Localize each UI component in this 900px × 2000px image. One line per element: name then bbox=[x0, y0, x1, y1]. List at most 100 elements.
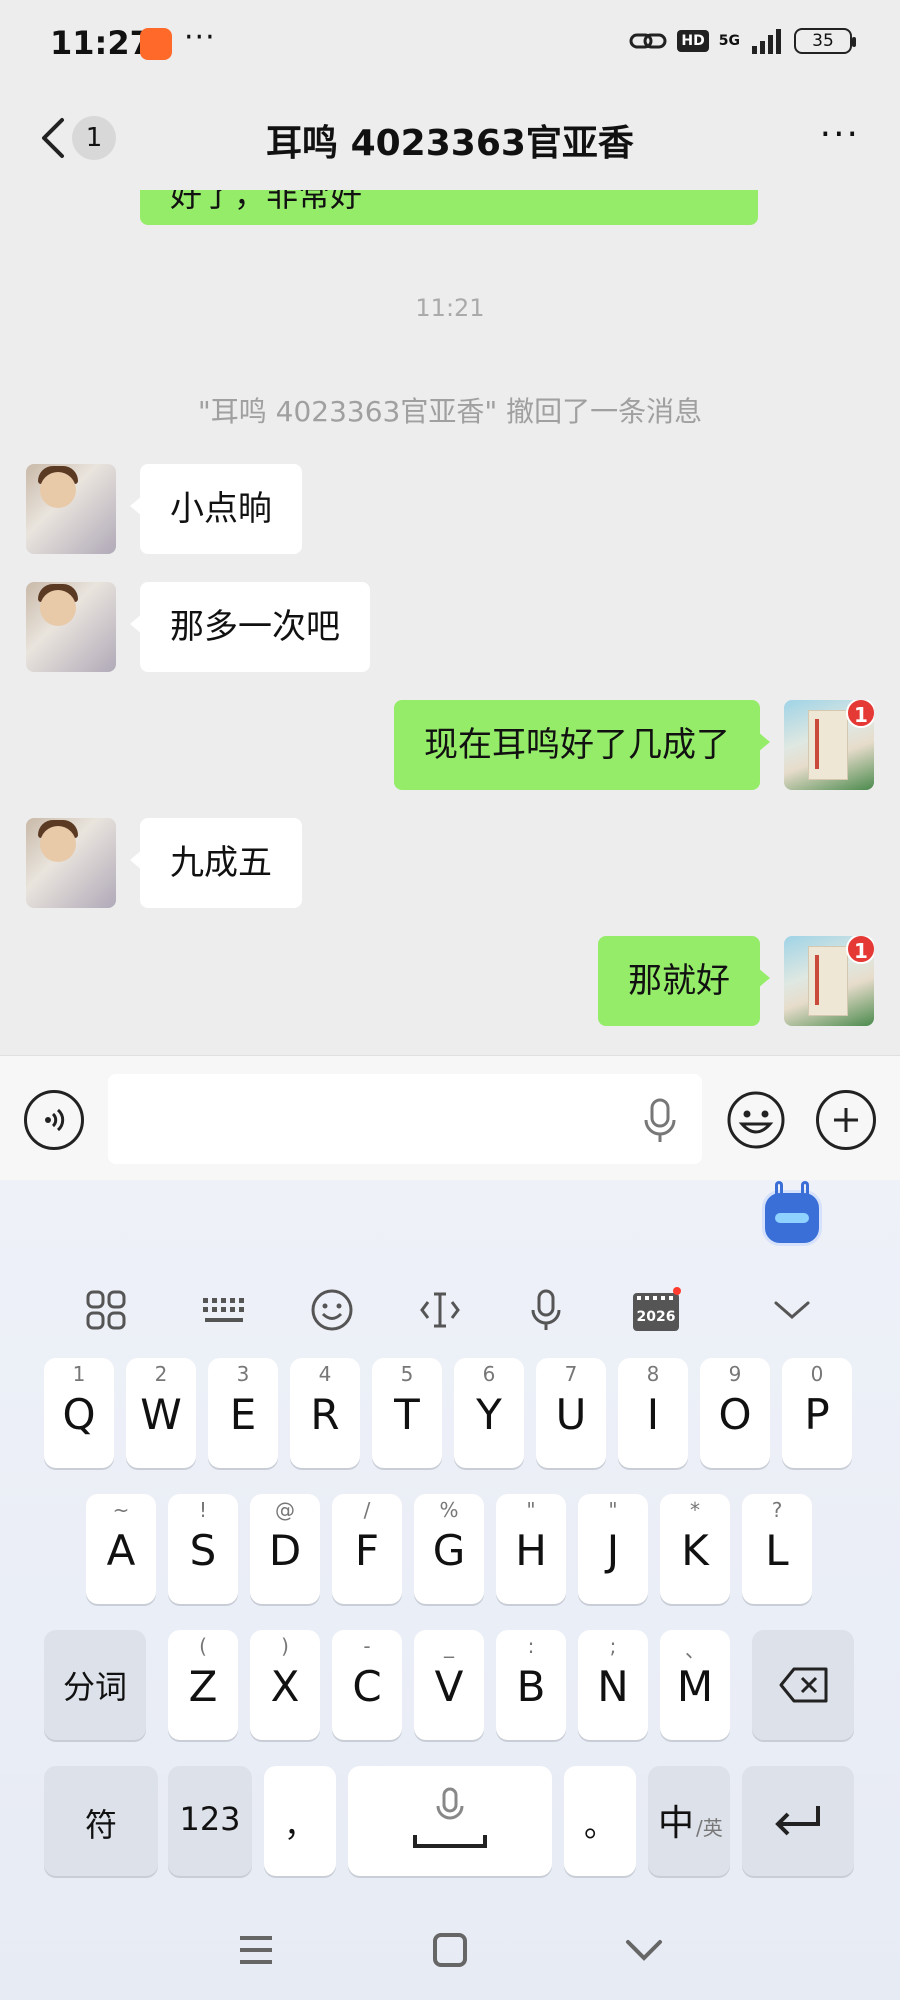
key-secondary-label: 8 bbox=[646, 1362, 660, 1386]
key-l[interactable]: ? L bbox=[742, 1494, 812, 1604]
contact-avatar[interactable] bbox=[26, 818, 116, 908]
key-secondary-label: _ bbox=[444, 1634, 454, 1658]
space-key[interactable] bbox=[348, 1766, 552, 1876]
avatar-building bbox=[808, 946, 848, 1016]
message-bubble-clipped[interactable]: 好了，非常好 bbox=[140, 190, 758, 225]
microphone-icon bbox=[436, 1787, 464, 1820]
key-p[interactable]: 0P bbox=[782, 1358, 852, 1468]
key-m[interactable]: 、 M bbox=[660, 1630, 730, 1740]
voice-input-toggle[interactable] bbox=[24, 1090, 84, 1150]
key-e[interactable]: 3E bbox=[208, 1358, 278, 1468]
menu-icon bbox=[240, 1936, 272, 1964]
key-label: 分词 bbox=[62, 1668, 127, 1706]
key-primary-label: O bbox=[718, 1390, 752, 1439]
period-key[interactable]: 。 bbox=[564, 1766, 636, 1876]
menu-nav-button[interactable] bbox=[226, 1920, 286, 1980]
text-cursor-icon bbox=[420, 1292, 460, 1328]
back-nav-button[interactable] bbox=[614, 1920, 674, 1980]
key-j[interactable]: " J bbox=[578, 1494, 648, 1604]
soft-keyboard: 2026 1Q2W3E4R5T6Y7U8I9O0P ~ A! S @ D / F% G " H " J… bbox=[0, 1180, 900, 2000]
key-w[interactable]: 2W bbox=[126, 1358, 196, 1468]
avatar-face bbox=[40, 590, 76, 626]
backspace-key[interactable] bbox=[752, 1630, 854, 1740]
key-a[interactable]: ~ A bbox=[86, 1494, 156, 1604]
contact-avatar[interactable] bbox=[26, 464, 116, 554]
my-avatar[interactable]: 1 bbox=[784, 936, 874, 1026]
key-z[interactable]: (Z bbox=[168, 1630, 238, 1740]
message-input[interactable] bbox=[108, 1074, 702, 1164]
key-n[interactable]: ; N bbox=[578, 1630, 648, 1740]
message-bubble[interactable]: 那多一次吧 bbox=[130, 582, 370, 672]
voice-typing-button[interactable] bbox=[516, 1280, 576, 1340]
message-row-outgoing: 1 现在耳鸣好了几成了 bbox=[0, 700, 900, 792]
key-primary-label: I bbox=[646, 1390, 660, 1439]
key-h[interactable]: " H bbox=[496, 1494, 566, 1604]
language-switch-key[interactable]: 中 /英 bbox=[648, 1766, 730, 1876]
key-u[interactable]: 7U bbox=[536, 1358, 606, 1468]
key-secondary-label: @ bbox=[275, 1498, 295, 1522]
keyboard-layout-button[interactable] bbox=[194, 1280, 254, 1340]
message-bubble[interactable]: 九成五 bbox=[130, 818, 302, 908]
key-d[interactable]: @ D bbox=[250, 1494, 320, 1604]
message-bubble[interactable]: 那就好 bbox=[598, 936, 770, 1026]
fenci-key[interactable]: 分词 bbox=[44, 1630, 146, 1740]
message-bubble[interactable]: 现在耳鸣好了几成了 bbox=[394, 700, 770, 790]
key-secondary-label: 3 bbox=[236, 1362, 250, 1386]
key-f[interactable]: / F bbox=[332, 1494, 402, 1604]
collapse-keyboard-button[interactable] bbox=[762, 1280, 822, 1340]
number-key[interactable]: 123 bbox=[168, 1766, 252, 1876]
key-secondary-label: / bbox=[363, 1498, 371, 1522]
voice-icon bbox=[45, 1108, 65, 1132]
key-secondary-label: 6 bbox=[482, 1362, 496, 1386]
message-list[interactable]: 好了，非常好 11:21 "耳鸣 4023363官亚香" 撤回了一条消息 小点晌… bbox=[0, 190, 900, 1055]
plus-icon bbox=[834, 1108, 858, 1132]
key-y[interactable]: 6Y bbox=[454, 1358, 524, 1468]
key-secondary-label: 9 bbox=[728, 1362, 742, 1386]
key-t[interactable]: 5T bbox=[372, 1358, 442, 1468]
key-s[interactable]: ! S bbox=[168, 1494, 238, 1604]
mascot-ear bbox=[775, 1181, 783, 1195]
key-primary-label: Y bbox=[476, 1390, 502, 1439]
contact-avatar[interactable] bbox=[26, 582, 116, 672]
key-secondary-label: ~ bbox=[112, 1498, 130, 1522]
key-g[interactable]: % G bbox=[414, 1494, 484, 1604]
key-r[interactable]: 4R bbox=[290, 1358, 360, 1468]
message-bubble[interactable]: 小点晌 bbox=[130, 464, 302, 554]
key-o[interactable]: 9O bbox=[700, 1358, 770, 1468]
chevron-down-icon bbox=[774, 1301, 810, 1319]
emoji-panel-button[interactable] bbox=[302, 1280, 362, 1340]
key-secondary-label: * bbox=[690, 1498, 700, 1522]
ai-assistant-icon[interactable] bbox=[762, 1181, 822, 1246]
home-nav-button[interactable] bbox=[420, 1920, 480, 1980]
enter-icon bbox=[775, 1806, 820, 1836]
network-type: 5G bbox=[718, 33, 740, 49]
key-primary-label: L bbox=[765, 1526, 789, 1575]
year-theme-button[interactable]: 2026 bbox=[626, 1280, 686, 1340]
key-q[interactable]: 1Q bbox=[44, 1358, 114, 1468]
key-k[interactable]: * K bbox=[660, 1494, 730, 1604]
key-primary-label: S bbox=[189, 1526, 217, 1575]
key-b[interactable]: :B bbox=[496, 1630, 566, 1740]
key-primary-label: Z bbox=[188, 1662, 218, 1711]
key-primary-label: J bbox=[606, 1526, 620, 1575]
my-avatar[interactable]: 1 bbox=[784, 700, 874, 790]
key-secondary-label: 0 bbox=[810, 1362, 824, 1386]
emoji-button[interactable] bbox=[726, 1090, 786, 1150]
symbol-key[interactable]: 符 bbox=[44, 1766, 158, 1876]
key-x[interactable]: ) X bbox=[250, 1630, 320, 1740]
cursor-edit-button[interactable] bbox=[410, 1280, 470, 1340]
microphone-icon[interactable] bbox=[640, 1096, 680, 1144]
apps-grid-button[interactable] bbox=[76, 1280, 136, 1340]
comma-key[interactable]: ， bbox=[264, 1766, 336, 1876]
more-functions-button[interactable] bbox=[816, 1090, 876, 1150]
enter-key[interactable] bbox=[742, 1766, 854, 1876]
message-row-incoming: 小点晌 bbox=[0, 464, 900, 556]
chat-title: 耳鸣 4023363官亚香 bbox=[266, 123, 634, 164]
key-primary-label: R bbox=[310, 1390, 340, 1439]
key-v[interactable]: _ V bbox=[414, 1630, 484, 1740]
key-i[interactable]: 8I bbox=[618, 1358, 688, 1468]
more-options-button[interactable]: ··· bbox=[820, 117, 860, 153]
space-bar-icon bbox=[413, 1835, 487, 1848]
key-primary-label: E bbox=[229, 1390, 257, 1439]
key-c[interactable]: -C bbox=[332, 1630, 402, 1740]
